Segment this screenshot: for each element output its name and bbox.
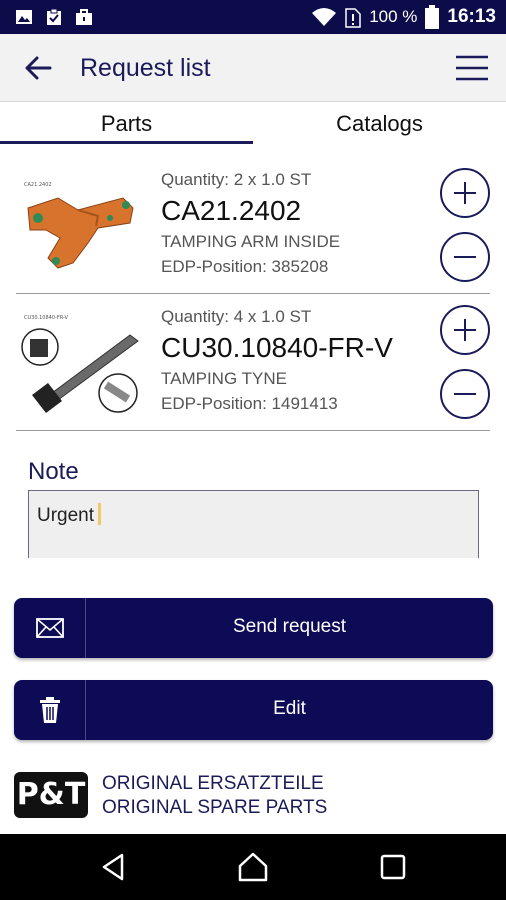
item-quantity: Quantity: 4 x 1.0 ST xyxy=(161,307,312,326)
increase-quantity-button[interactable] xyxy=(440,168,490,218)
list-item[interactable]: CA21.2402 Quantity: 2 x 1.0 ST CA21.2402… xyxy=(16,158,490,294)
nav-back-icon[interactable] xyxy=(96,850,130,884)
tab-catalogs[interactable]: Catalogs xyxy=(253,102,506,144)
nav-recents-icon[interactable] xyxy=(376,850,410,884)
envelope-icon xyxy=(36,618,64,638)
trash-icon xyxy=(40,697,60,723)
page-title: Request list xyxy=(80,54,211,82)
item-description: TAMPING ARM INSIDE xyxy=(161,232,341,251)
footer-line-1: ORIGINAL ERSATZTEILE xyxy=(102,773,324,794)
item-quantity: Quantity: 2 x 1.0 ST xyxy=(161,170,312,189)
footer-tagline: ORIGINAL ERSATZTEILE ORIGINAL SPARE PART… xyxy=(102,772,327,820)
thumb-caption: CU30.10840-FR-V xyxy=(24,315,68,321)
text-caret xyxy=(98,503,102,525)
status-bar: 100 % 16:13 xyxy=(0,0,506,34)
tab-bar: Parts Catalogs xyxy=(0,102,506,144)
clipboard-icon xyxy=(47,8,61,25)
decrease-quantity-button[interactable] xyxy=(440,369,490,419)
part-thumbnail: CA21.2402 xyxy=(24,182,134,269)
sim-icon xyxy=(345,8,361,28)
send-request-label: Send request xyxy=(232,616,347,637)
item-description: TAMPING TYNE xyxy=(161,369,287,388)
plus-icon xyxy=(454,319,476,341)
note-input[interactable]: Urgent xyxy=(28,490,479,558)
thumb-caption: CA21.2402 xyxy=(24,182,52,188)
tab-parts[interactable]: Parts xyxy=(0,102,253,144)
tab-indicator xyxy=(0,141,253,144)
battery-percent: 100 % xyxy=(369,7,418,26)
briefcase-icon xyxy=(76,9,92,25)
battery-icon xyxy=(425,5,440,29)
plus-icon xyxy=(454,182,476,204)
part-thumbnail: CU30.10840-FR-V xyxy=(21,315,139,413)
list-item[interactable]: CU30.10840-FR-V Quantity: 4 x 1.0 ST CU3… xyxy=(16,295,490,431)
item-edp-position: EDP-Position: 385208 xyxy=(161,257,329,276)
edit-button[interactable]: Edit xyxy=(14,680,493,740)
image-icon xyxy=(16,10,32,24)
nav-home-icon[interactable] xyxy=(236,850,270,884)
arrow-left-icon[interactable] xyxy=(20,50,56,86)
increase-quantity-button[interactable] xyxy=(440,305,490,355)
pt-logo: P&T xyxy=(14,772,88,818)
minus-icon xyxy=(454,256,476,258)
clock: 16:13 xyxy=(447,6,496,27)
send-request-button[interactable]: Send request xyxy=(14,598,493,658)
edit-label: Edit xyxy=(273,698,306,719)
note-value: Urgent xyxy=(37,505,95,526)
app-bar: Request list xyxy=(0,34,506,102)
hamburger-menu-icon[interactable] xyxy=(454,52,490,84)
item-edp-position: EDP-Position: 1491413 xyxy=(161,394,338,413)
decrease-quantity-button[interactable] xyxy=(440,232,490,282)
system-nav-bar xyxy=(0,834,506,900)
footer-line-2: ORIGINAL SPARE PARTS xyxy=(102,797,328,818)
wifi-icon xyxy=(312,8,337,26)
item-part-number: CU30.10840-FR-V xyxy=(161,332,393,363)
note-label: Note xyxy=(28,458,79,485)
minus-icon xyxy=(454,393,476,395)
item-part-number: CA21.2402 xyxy=(161,195,302,226)
